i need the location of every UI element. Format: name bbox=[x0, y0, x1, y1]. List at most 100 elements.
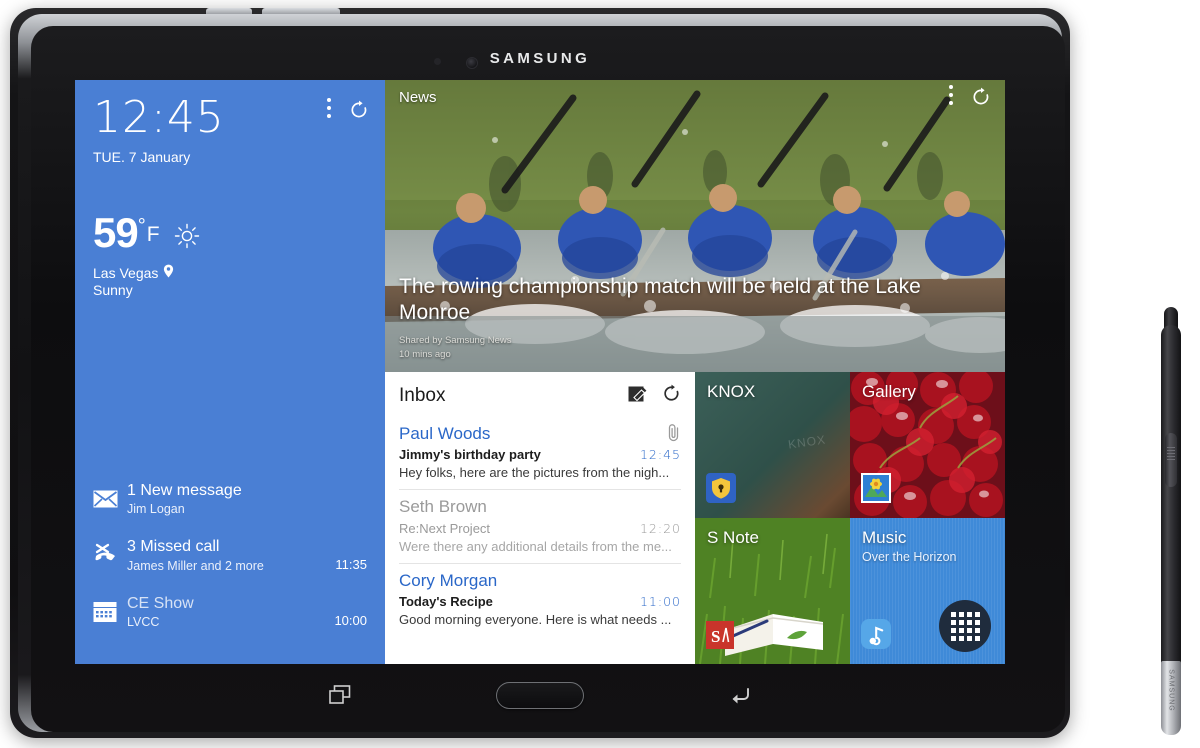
message-time: 11:00 bbox=[639, 594, 681, 610]
message-preview: Were there any additional details from t… bbox=[399, 538, 672, 554]
app-tiles: KNOX KNOX Gallery S Note S Music Over th… bbox=[695, 372, 1005, 664]
hardware-nav-bar bbox=[75, 668, 1005, 722]
message-preview: Hey folks, here are the pictures from th… bbox=[399, 465, 670, 481]
weather-condition: Sunny bbox=[93, 282, 133, 298]
clock-date: TUE. 7 January bbox=[93, 149, 191, 165]
recent-apps-button[interactable] bbox=[240, 685, 440, 705]
tile-label: Music bbox=[862, 528, 907, 547]
news-caption: The rowing championship match will be he… bbox=[385, 262, 1005, 372]
message-time: 12:20 bbox=[639, 520, 681, 536]
home-key[interactable] bbox=[496, 681, 584, 709]
apps-grid-icon[interactable] bbox=[939, 600, 991, 652]
s-pen-button[interactable] bbox=[1165, 433, 1177, 487]
news-widget-title: News bbox=[399, 88, 437, 106]
notification-text: 3 Missed call James Miller and 2 more bbox=[127, 538, 335, 572]
message-subject-row: Today's Recipe 11:00 bbox=[399, 594, 681, 609]
tile-sublabel: Over the Horizon bbox=[862, 550, 957, 564]
notification-title: 1 New message bbox=[127, 481, 242, 499]
message-sender: Cory Morgan bbox=[399, 570, 498, 590]
notification-time: 11:35 bbox=[335, 556, 367, 572]
knox-watermark: KNOX bbox=[787, 432, 827, 452]
inbox-actions bbox=[628, 384, 681, 408]
news-source: Shared by Samsung News bbox=[399, 335, 512, 347]
news-headline: The rowing championship match will be he… bbox=[399, 275, 921, 325]
more-vertical-icon[interactable] bbox=[949, 85, 953, 109]
tablet-device: SAMSUNG 12:45 TUE. 7 January 59 ° F Las … bbox=[10, 8, 1070, 738]
refresh-icon[interactable] bbox=[971, 87, 991, 107]
clock-widget-actions bbox=[327, 98, 369, 122]
notification-subtitle: LVCC bbox=[127, 615, 160, 629]
weather-widget[interactable]: 59 ° F Las Vegas Sunny bbox=[75, 165, 385, 298]
sun-icon bbox=[174, 223, 200, 254]
clock-weather-panel: 12:45 TUE. 7 January 59 ° F Las Vegas Su… bbox=[75, 80, 385, 664]
notification-item-missed-call[interactable]: 3 Missed call James Miller and 2 more 11… bbox=[93, 527, 367, 583]
tile-label: Gallery bbox=[862, 382, 916, 401]
s-pen-body bbox=[1161, 325, 1181, 665]
notification-time: 10:00 bbox=[334, 613, 367, 628]
inbox-message-row[interactable]: Cory Morgan Today's Recipe 11:00 Good mo… bbox=[399, 564, 681, 636]
tile-s-note[interactable]: S Note S bbox=[695, 518, 850, 664]
tile-label: KNOX bbox=[707, 382, 756, 401]
message-time: 12:45 bbox=[639, 447, 681, 463]
message-subject-row: Re:Next Project 12:20 bbox=[399, 521, 681, 536]
weather-temperature-row: 59 ° F bbox=[93, 209, 367, 256]
gallery-flower-icon bbox=[861, 473, 891, 508]
home-button[interactable] bbox=[440, 681, 640, 709]
knox-shield-icon bbox=[706, 473, 736, 508]
weather-unit: F bbox=[146, 223, 160, 246]
message-subject: Today's Recipe bbox=[399, 594, 493, 610]
message-subject: Jimmy's birthday party bbox=[399, 447, 541, 463]
inbox-message-row[interactable]: Seth Brown Re:Next Project 12:20 Were th… bbox=[399, 490, 681, 564]
inbox-message-row[interactable]: Paul Woods Jimmy's birthday party 12:45 … bbox=[399, 417, 681, 491]
back-button[interactable] bbox=[640, 685, 840, 705]
refresh-icon[interactable] bbox=[349, 100, 369, 120]
location-pin-icon bbox=[163, 264, 174, 281]
message-preview: Good morning everyone. Here is what need… bbox=[399, 612, 672, 628]
more-vertical-icon[interactable] bbox=[327, 98, 331, 122]
notification-list: 1 New message Jim Logan 3 Missed call Ja… bbox=[75, 471, 385, 664]
clock-time: 12:45 bbox=[93, 92, 225, 143]
message-subject: Re:Next Project bbox=[399, 520, 491, 536]
news-widget-header: News bbox=[385, 80, 1005, 114]
notification-text: CE Show LVCC bbox=[127, 595, 334, 629]
tile-music[interactable]: Music Over the Horizon bbox=[850, 518, 1005, 664]
refresh-icon[interactable] bbox=[662, 384, 681, 408]
tablet-screen: 12:45 TUE. 7 January 59 ° F Las Vegas Su… bbox=[75, 80, 1005, 664]
inbox-title: Inbox bbox=[399, 385, 446, 406]
tile-gallery[interactable]: Gallery bbox=[850, 372, 1005, 518]
tile-label: S Note bbox=[707, 528, 759, 547]
s-pen-stylus[interactable]: SAMSUNG bbox=[1158, 307, 1184, 735]
s-pen-metal-end: SAMSUNG bbox=[1161, 661, 1181, 735]
weather-city-row: Las Vegas bbox=[93, 264, 367, 281]
inbox-header: Inbox bbox=[399, 384, 681, 408]
calendar-icon bbox=[93, 601, 127, 623]
inbox-widget[interactable]: Inbox Paul Woods Jimmy's birthday party … bbox=[385, 372, 695, 664]
message-subject-row: Jimmy's birthday party 12:45 bbox=[399, 447, 681, 462]
degree-symbol: ° bbox=[137, 215, 146, 237]
notification-title: CE Show bbox=[127, 594, 194, 612]
notification-item-calendar[interactable]: CE Show LVCC 10:00 bbox=[93, 584, 367, 640]
notification-subtitle: James Miller and 2 more bbox=[127, 558, 264, 573]
screenshot-stage: SAMSUNG 12:45 TUE. 7 January 59 ° F Las … bbox=[0, 0, 1200, 748]
svg-text:S: S bbox=[711, 627, 720, 646]
notification-title: 3 Missed call bbox=[127, 538, 220, 556]
weather-temperature: 59 bbox=[93, 209, 139, 256]
s-note-icon: S bbox=[706, 621, 734, 654]
message-sender: Seth Brown bbox=[399, 497, 487, 517]
clock-widget[interactable]: 12:45 TUE. 7 January bbox=[75, 80, 385, 165]
news-widget-actions bbox=[949, 85, 991, 109]
notification-item-message[interactable]: 1 New message Jim Logan bbox=[93, 471, 367, 527]
compose-icon[interactable] bbox=[628, 384, 647, 408]
weather-city: Las Vegas bbox=[93, 264, 159, 281]
bottom-row: Inbox Paul Woods Jimmy's birthday party … bbox=[385, 372, 1005, 664]
apps-grid-dots bbox=[950, 611, 980, 641]
news-widget[interactable]: News The rowing championship match will … bbox=[385, 80, 1005, 372]
s-pen-brand-text: SAMSUNG bbox=[1167, 669, 1175, 712]
notification-text: 1 New message Jim Logan bbox=[127, 482, 367, 516]
tile-knox[interactable]: KNOX KNOX bbox=[695, 372, 850, 518]
envelope-icon bbox=[93, 490, 127, 508]
paperclip-icon bbox=[666, 423, 681, 447]
missed-call-icon bbox=[93, 543, 127, 567]
music-note-icon bbox=[861, 619, 891, 654]
notification-subtitle: Jim Logan bbox=[127, 502, 185, 517]
